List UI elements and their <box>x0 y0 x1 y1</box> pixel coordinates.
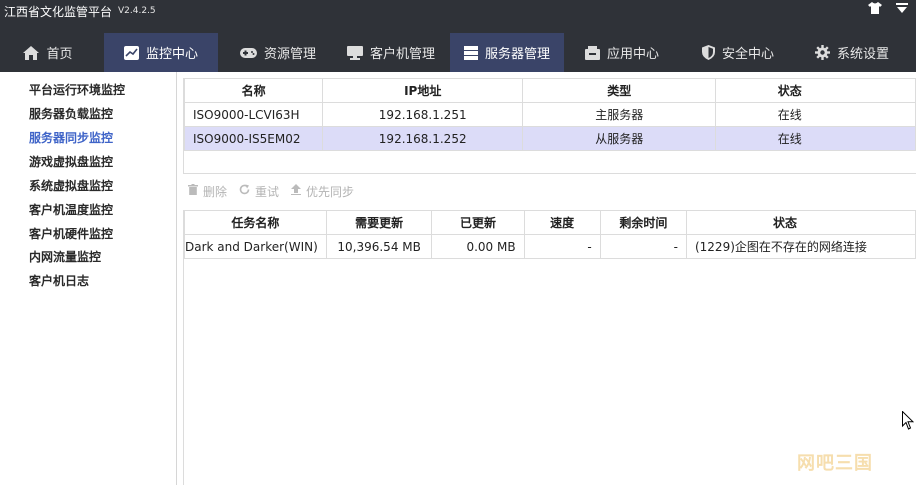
server-ip: 192.168.1.251 <box>322 102 524 127</box>
column-header-updated[interactable]: 已更新 <box>431 210 525 235</box>
priority-sync-button[interactable]: 优先同步 <box>291 183 354 200</box>
task-name: Dark and Darker(WIN) <box>184 234 327 259</box>
nav-server-management[interactable]: 服务器管理 <box>450 33 564 72</box>
sidebar-item-server-sync[interactable]: 服务器同步监控 <box>29 129 113 146</box>
home-icon <box>23 45 40 60</box>
shield-icon <box>701 45 715 60</box>
sync-toolbar: 删除 重试 优先同步 <box>188 182 366 200</box>
nav-system-settings[interactable]: 系统设置 <box>810 33 894 72</box>
nav-resource-management[interactable]: 资源管理 <box>236 33 320 72</box>
nav-resource-management-label: 资源管理 <box>263 47 316 62</box>
task-table-header: 任务名称 需要更新 已更新 速度 剩余时间 状态 <box>184 210 916 235</box>
nav-client-management-label: 客户机管理 <box>369 47 435 62</box>
task-need-update: 10,396.54 MB <box>325 234 433 259</box>
title-bar: 江西省文化监管平台 V2.4.2.5 <box>0 0 916 22</box>
retry-button[interactable]: 重试 <box>239 183 279 200</box>
column-header-need-update[interactable]: 需要更新 <box>325 210 433 235</box>
server-name: ISO9000-IS5EM02 <box>184 126 324 151</box>
trash-icon <box>188 184 198 198</box>
monitor-icon <box>346 45 363 60</box>
sidebar-item-client-temp[interactable]: 客户机温度监控 <box>29 201 113 218</box>
chart-icon <box>123 45 139 60</box>
gear-icon <box>814 45 830 60</box>
column-header-task-status[interactable]: 状态 <box>685 210 916 235</box>
retry-label: 重试 <box>255 184 280 199</box>
app-box-icon <box>584 45 600 60</box>
column-header-ip[interactable]: IP地址 <box>322 78 524 103</box>
column-header-status[interactable]: 状态 <box>715 78 916 103</box>
task-table: 任务名称 需要更新 已更新 速度 剩余时间 状态 Dark and Darker… <box>184 210 916 259</box>
server-table: 名称 IP地址 类型 状态 ISO9000-LCVI63H 192.168.1.… <box>184 78 916 151</box>
column-header-remaining-time[interactable]: 剩余时间 <box>599 210 687 235</box>
nav-security-center[interactable]: 安全中心 <box>696 33 780 72</box>
nav-client-management[interactable]: 客户机管理 <box>342 33 440 72</box>
server-table-header: 名称 IP地址 类型 状态 <box>184 78 916 103</box>
nav-app-center[interactable]: 应用中心 <box>580 33 664 72</box>
task-table-panel: 任务名称 需要更新 已更新 速度 剩余时间 状态 Dark and Darker… <box>183 210 916 485</box>
server-ip: 192.168.1.252 <box>322 126 524 151</box>
server-icon <box>463 45 478 60</box>
nav-monitor-center[interactable]: 监控中心 <box>104 33 218 72</box>
task-speed: - <box>523 234 601 259</box>
server-table-panel: 名称 IP地址 类型 状态 ISO9000-LCVI63H 192.168.1.… <box>183 78 916 174</box>
sidebar: 平台运行环境监控 服务器负载监控 服务器同步监控 游戏虚拟盘监控 系统虚拟盘监控… <box>0 72 177 485</box>
shirt-icon[interactable] <box>868 2 882 14</box>
nav-monitor-center-label: 监控中心 <box>145 47 198 62</box>
gamepad-icon <box>239 47 257 59</box>
watermark-logo: 网吧三国 <box>797 453 873 474</box>
column-header-task-name[interactable]: 任务名称 <box>184 210 327 235</box>
sidebar-item-platform-env[interactable]: 平台运行环境监控 <box>29 81 125 98</box>
nav-home[interactable]: 首页 <box>18 33 78 72</box>
column-header-speed[interactable]: 速度 <box>523 210 601 235</box>
main-nav: 首页 监控中心 资源管理 客户机管理 服务器管理 应用中心 安全中心 系统设置 <box>0 22 916 72</box>
table-row[interactable]: ISO9000-LCVI63H 192.168.1.251 主服务器 在线 <box>184 102 916 127</box>
app-title: 江西省文化监管平台 <box>4 4 113 19</box>
sidebar-item-client-hardware[interactable]: 客户机硬件监控 <box>29 225 113 242</box>
dropdown-menu-icon[interactable] <box>896 2 908 14</box>
nav-system-settings-label: 系统设置 <box>836 47 889 62</box>
sidebar-item-client-log[interactable]: 客户机日志 <box>29 272 89 289</box>
sidebar-item-lan-traffic[interactable]: 内网流量监控 <box>29 248 101 265</box>
server-type: 主服务器 <box>522 102 717 127</box>
server-type: 从服务器 <box>522 126 717 151</box>
server-name: ISO9000-LCVI63H <box>184 102 324 127</box>
refresh-icon <box>239 184 250 198</box>
sidebar-item-game-vdisk[interactable]: 游戏虚拟盘监控 <box>29 153 113 170</box>
column-header-name[interactable]: 名称 <box>184 78 324 103</box>
table-row[interactable]: ISO9000-IS5EM02 192.168.1.252 从服务器 在线 <box>184 126 916 151</box>
server-status: 在线 <box>715 126 916 151</box>
task-updated: 0.00 MB <box>431 234 525 259</box>
priority-sync-label: 优先同步 <box>306 184 355 199</box>
table-row[interactable]: Dark and Darker(WIN) 10,396.54 MB 0.00 M… <box>184 234 916 259</box>
delete-label: 删除 <box>203 184 228 199</box>
task-remaining-time: - <box>599 234 687 259</box>
task-status: (1229)企图在不存在的网络连接 <box>685 234 916 259</box>
nav-server-management-label: 服务器管理 <box>484 47 550 62</box>
upload-arrow-icon <box>291 184 302 198</box>
app-version: V2.4.2.5 <box>118 6 156 16</box>
nav-security-center-label: 安全中心 <box>721 47 774 62</box>
nav-home-label: 首页 <box>46 47 73 62</box>
delete-button[interactable]: 删除 <box>188 183 227 200</box>
column-header-type[interactable]: 类型 <box>522 78 717 103</box>
server-status: 在线 <box>715 102 916 127</box>
nav-app-center-label: 应用中心 <box>606 47 659 62</box>
sidebar-item-system-vdisk[interactable]: 系统虚拟盘监控 <box>29 177 113 194</box>
sidebar-item-server-load[interactable]: 服务器负载监控 <box>29 105 113 122</box>
mouse-cursor-icon <box>902 410 915 433</box>
